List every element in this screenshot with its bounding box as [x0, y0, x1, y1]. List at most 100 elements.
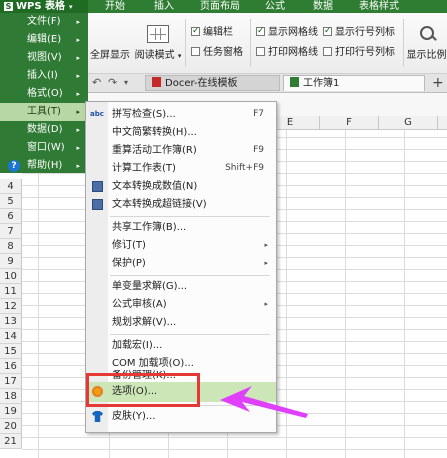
text-to-link-item[interactable]: 文本转换成超链接(V) — [86, 196, 276, 213]
tab-formulas[interactable]: 公式 — [265, 0, 285, 13]
docer-icon — [152, 77, 161, 87]
menu-format[interactable]: 格式(O) ▸ — [0, 85, 88, 103]
show-headers-checkbox[interactable]: 显示行号列标 — [323, 25, 395, 39]
row-header[interactable]: 5 — [0, 194, 22, 209]
show-gridlines-label: 显示网格线 — [268, 27, 318, 38]
print-gridlines-checkbox[interactable]: 打印网格线 — [256, 47, 318, 59]
task-pane-checkbox[interactable]: 任务窗格 — [191, 47, 243, 59]
reading-mode-button[interactable]: 阅读模式 ▾ — [134, 25, 182, 61]
chevron-down-icon[interactable]: ▾ — [124, 78, 128, 87]
pointer-arrow-icon — [220, 386, 308, 418]
shirt-icon — [92, 411, 103, 422]
column-header-h[interactable] — [438, 116, 447, 130]
row-header[interactable]: 17 — [0, 374, 22, 389]
wps-main-menu: 文件(F) ▸ 编辑(E) ▸ 视图(V) ▸ 插入(I) ▸ 格式(O) ▸ 工具(T)… — [0, 13, 88, 173]
wps-logo-icon: S — [4, 2, 13, 11]
menu-insert-label: 插入(I) — [27, 70, 58, 81]
menu-edit[interactable]: 编辑(E) ▸ — [0, 31, 88, 49]
tab-page-layout[interactable]: 页面布局 — [200, 0, 240, 13]
menu-file-label: 文件(F) — [27, 16, 61, 27]
spell-check-item[interactable]: abc 拼写检查(S)... F7 — [86, 106, 276, 123]
column-header-g[interactable]: G — [379, 116, 438, 130]
chevron-right-icon: ▸ — [76, 162, 80, 170]
row-header[interactable]: 4 — [0, 179, 22, 194]
docer-tab-label: Docer-在线模板 — [165, 78, 238, 89]
checkbox-checked-icon — [256, 25, 265, 37]
edit-bar-checkbox[interactable]: 编辑栏 — [191, 25, 233, 39]
formula-audit-item[interactable]: 公式审核(A) ▸ — [86, 296, 276, 313]
row-header[interactable]: 9 — [0, 254, 22, 269]
text-to-number-label: 文本转换成数值(N) — [112, 181, 198, 192]
highlight-box — [86, 373, 200, 407]
calc-sheet-label: 计算工作表(T) — [112, 163, 176, 174]
forward-icon[interactable]: ↷ — [108, 76, 117, 89]
print-headers-label: 打印行号列标 — [335, 47, 395, 58]
tab-docer-template[interactable]: Docer-在线模板 — [145, 75, 280, 91]
menu-help[interactable]: ? 帮助(H) ▸ — [0, 157, 88, 175]
chevron-right-icon: ▸ — [76, 18, 80, 26]
row-header[interactable]: 13 — [0, 314, 22, 329]
menu-insert[interactable]: 插入(I) ▸ — [0, 67, 88, 85]
tab-workbook1[interactable]: 工作簿1 — [283, 75, 425, 91]
share-workbook-item[interactable]: 共享工作簿(B)... — [86, 219, 276, 236]
print-gridlines-label: 打印网格线 — [268, 47, 318, 58]
menu-window[interactable]: 窗口(W) ▸ — [0, 139, 88, 157]
checkbox-checked-icon — [323, 25, 332, 37]
menu-file[interactable]: 文件(F) ▸ — [0, 13, 88, 31]
row-header[interactable]: 18 — [0, 389, 22, 404]
text-to-number-item[interactable]: 文本转换成数值(N) — [86, 178, 276, 195]
edit-bar-label: 编辑栏 — [203, 27, 233, 38]
calc-sheet-item[interactable]: 计算工作表(T) Shift+F9 — [86, 160, 276, 177]
column-header-f[interactable]: F — [320, 116, 379, 130]
recalc-active-label: 重算活动工作簿(R) — [112, 145, 197, 156]
protect-item[interactable]: 保护(P) ▸ — [86, 255, 276, 272]
row-header[interactable]: 6 — [0, 209, 22, 224]
shortcut-label: Shift+F9 — [225, 163, 264, 173]
zoom-button[interactable]: 显示比例 — [406, 25, 447, 61]
row-header[interactable]: 11 — [0, 284, 22, 299]
chevron-right-icon: ▸ — [76, 144, 80, 152]
menu-tools-label: 工具(T) — [27, 106, 61, 117]
row-header[interactable]: 16 — [0, 359, 22, 374]
row-header[interactable]: 14 — [0, 329, 22, 344]
chevron-right-icon: ▸ — [76, 36, 80, 44]
revisions-item[interactable]: 修订(T) ▸ — [86, 237, 276, 254]
row-header[interactable]: 7 — [0, 224, 22, 239]
tab-data[interactable]: 数据 — [313, 0, 333, 13]
tab-insert[interactable]: 插入 — [154, 0, 174, 13]
tab-table-style[interactable]: 表格样式 — [359, 0, 399, 13]
skin-label: 皮肤(Y)... — [112, 411, 156, 422]
wps-menu-button[interactable]: S WPS 表格 ▾ — [0, 0, 88, 13]
chevron-right-icon: ▸ — [76, 54, 80, 62]
row-header[interactable]: 21 — [0, 434, 22, 449]
magnifier-icon — [416, 25, 438, 43]
solver-label: 规划求解(V)... — [112, 317, 177, 328]
tab-home[interactable]: 开始 — [105, 0, 125, 13]
row-header[interactable]: 15 — [0, 344, 22, 359]
goal-seek-item[interactable]: 单变量求解(G)... — [86, 278, 276, 295]
solver-item[interactable]: 规划求解(V)... — [86, 314, 276, 331]
chevron-right-icon: ▸ — [264, 259, 268, 267]
spell-check-icon: abc — [90, 110, 104, 118]
trad-simp-item[interactable]: 中文简繁转换(H)... — [86, 124, 276, 141]
menu-view-label: 视图(V) — [27, 52, 62, 63]
back-icon[interactable]: ↶ — [92, 76, 101, 89]
row-header[interactable]: 10 — [0, 269, 22, 284]
menu-view[interactable]: 视图(V) ▸ — [0, 49, 88, 67]
fullscreen-button[interactable]: 全屏显示 — [86, 25, 134, 61]
recalc-active-item[interactable]: 重算活动工作簿(R) F9 — [86, 142, 276, 159]
reading-mode-label: 阅读模式 — [134, 50, 175, 61]
menu-tools[interactable]: 工具(T) ▸ — [0, 103, 88, 121]
chevron-right-icon: ▸ — [76, 108, 80, 116]
print-headers-checkbox[interactable]: 打印行号列标 — [323, 47, 395, 59]
addins-item[interactable]: 加载宏(I)... — [86, 337, 276, 354]
checkbox-unchecked-icon — [323, 47, 332, 56]
row-header[interactable]: 12 — [0, 299, 22, 314]
add-tab-icon[interactable]: + — [432, 75, 444, 91]
row-header[interactable]: 8 — [0, 239, 22, 254]
show-gridlines-checkbox[interactable]: 显示网格线 — [256, 25, 318, 39]
chevron-right-icon: ▸ — [76, 90, 80, 98]
row-header[interactable]: 20 — [0, 419, 22, 434]
row-header[interactable]: 19 — [0, 404, 22, 419]
menu-data[interactable]: 数据(D) ▸ — [0, 121, 88, 139]
